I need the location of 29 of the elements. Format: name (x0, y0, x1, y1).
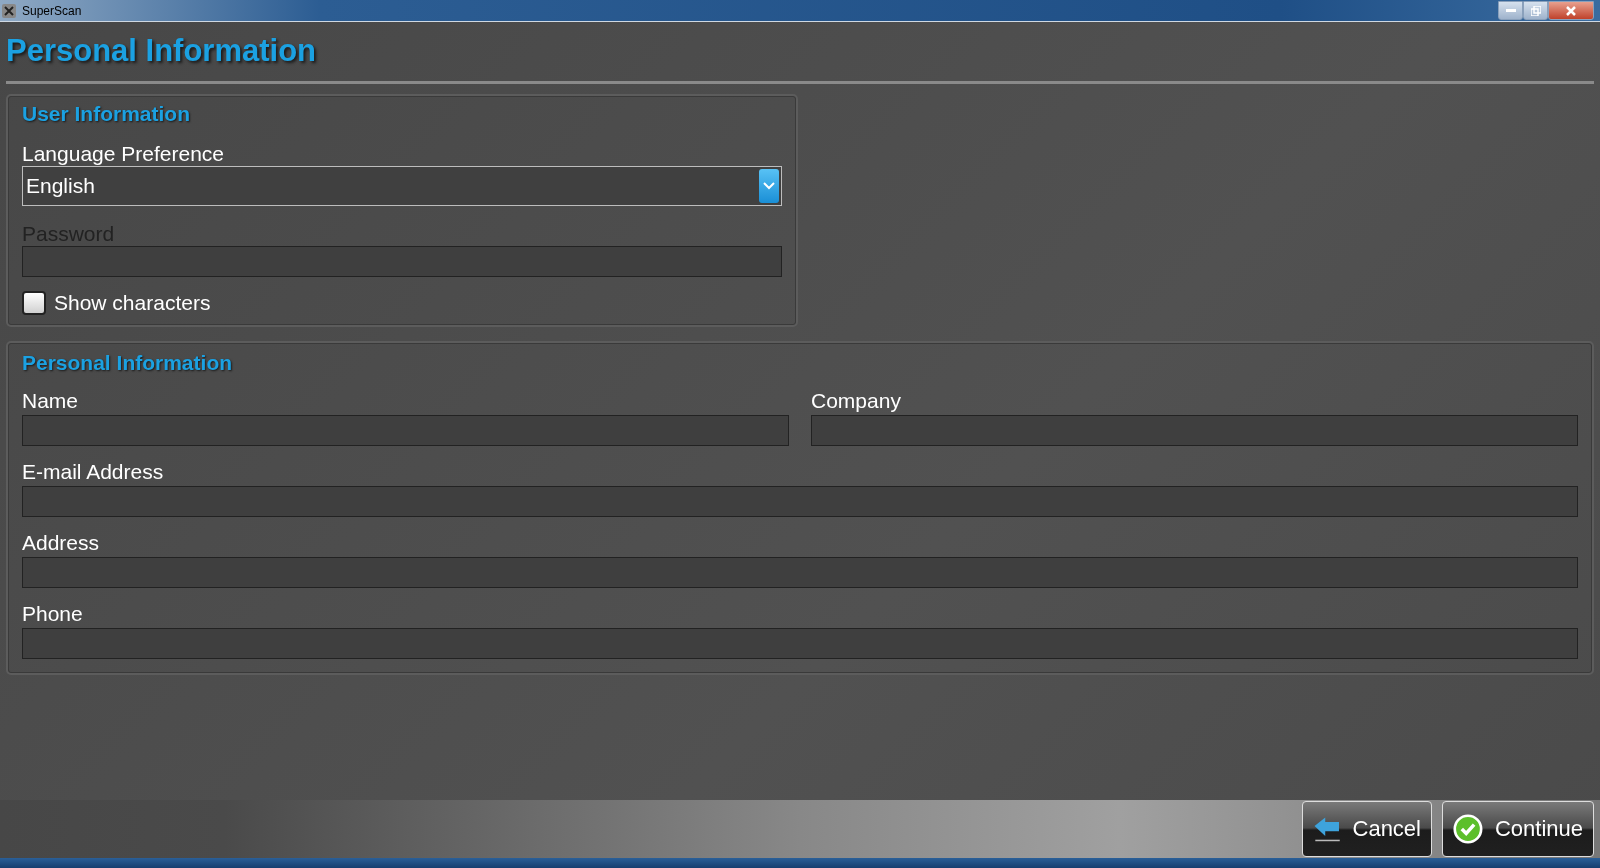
restore-icon (1530, 5, 1541, 16)
password-field[interactable] (22, 246, 782, 277)
field-label: Company (811, 389, 901, 413)
restore-button[interactable] (1523, 1, 1548, 20)
input-field[interactable] (22, 628, 1578, 659)
page-title: Personal Information (6, 33, 317, 69)
field-label: Name (22, 389, 79, 413)
close-icon (1566, 5, 1576, 16)
checkbox[interactable] (22, 291, 46, 315)
language-dropdown[interactable]: English (22, 166, 782, 206)
check-circle-icon (1453, 812, 1483, 846)
checkbox-label: Show characters (54, 291, 211, 315)
input-field[interactable] (22, 486, 1578, 517)
window-title: SuperScan (22, 3, 82, 18)
input-field[interactable] (22, 415, 789, 446)
cancel-button[interactable]: Cancel (1302, 801, 1432, 857)
field-label: Phone (22, 602, 83, 626)
minimize-icon (1505, 8, 1516, 13)
input-field[interactable] (22, 557, 1578, 588)
group-heading: User Information (22, 102, 191, 126)
group-heading: Personal Information (22, 351, 233, 375)
minimize-button[interactable] (1498, 1, 1523, 20)
field-label: Address (22, 531, 100, 555)
input-field[interactable] (811, 415, 1578, 446)
field-label: E-mail Address (22, 460, 164, 484)
close-button[interactable] (1548, 1, 1594, 20)
app-icon (2, 3, 16, 18)
field-label: Language Preference (22, 142, 224, 166)
continue-button[interactable]: Continue (1442, 801, 1594, 857)
